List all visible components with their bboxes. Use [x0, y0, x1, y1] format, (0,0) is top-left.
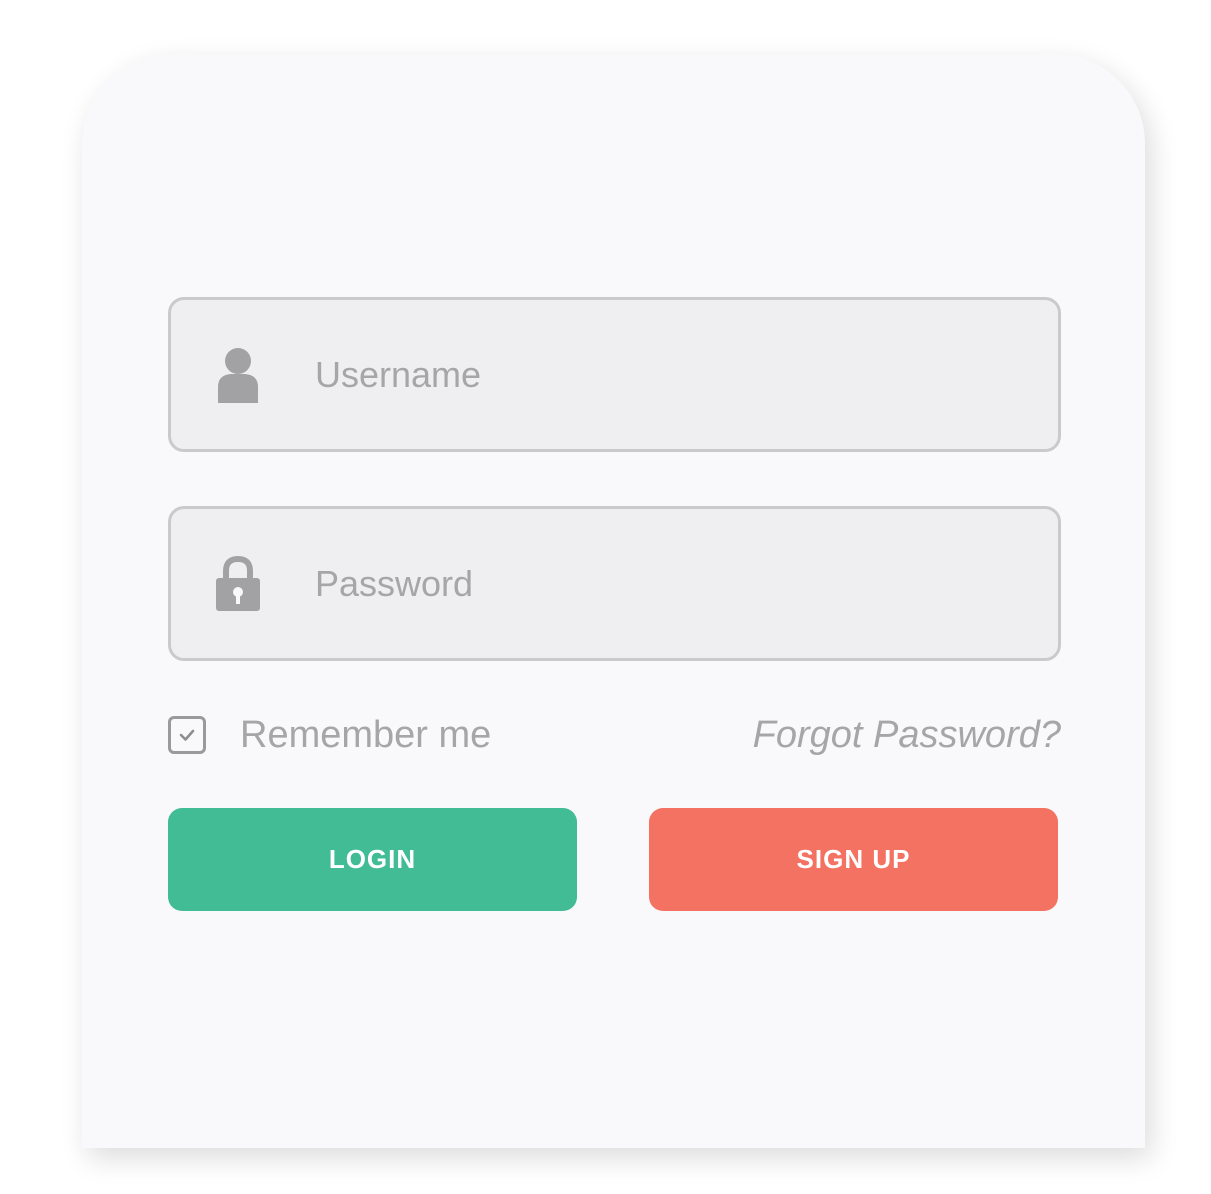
password-input[interactable]	[315, 509, 1035, 658]
username-field[interactable]	[168, 297, 1061, 452]
checkbox-box[interactable]	[168, 716, 206, 754]
remember-me-checkbox[interactable]: Remember me	[168, 710, 491, 760]
lock-icon	[215, 555, 261, 612]
username-input[interactable]	[315, 300, 1035, 449]
checkmark-icon	[179, 729, 195, 741]
login-button[interactable]: LOGIN	[168, 808, 577, 911]
password-field[interactable]	[168, 506, 1061, 661]
signup-button[interactable]: SIGN UP	[649, 808, 1058, 911]
login-card: Remember me Forgot Password? LOGIN SIGN …	[82, 54, 1145, 1148]
forgot-password-link[interactable]: Forgot Password?	[753, 710, 1061, 760]
remember-me-label: Remember me	[240, 713, 492, 756]
user-icon	[215, 347, 261, 403]
